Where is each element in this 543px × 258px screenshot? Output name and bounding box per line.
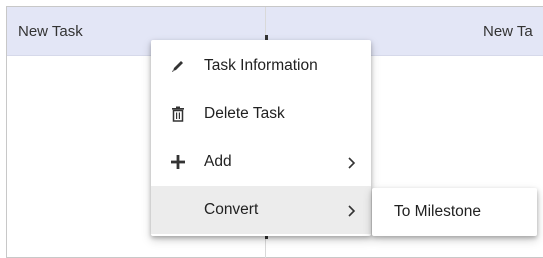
menu-item-label: To Milestone — [394, 203, 482, 220]
menu-item-delete-task[interactable]: Delete Task — [151, 90, 371, 138]
pencil-icon — [169, 57, 187, 75]
plus-icon — [169, 153, 187, 171]
convert-submenu: To Milestone — [372, 188, 537, 236]
task-name-cell[interactable]: New Task — [18, 23, 83, 40]
context-menu: Task Information Delete Task Add Convert — [151, 40, 371, 236]
menu-item-label: Add — [204, 153, 232, 170]
menu-item-label: Task Information — [204, 57, 318, 74]
chevron-right-icon — [347, 204, 357, 217]
chevron-right-icon — [347, 156, 357, 169]
trash-icon — [169, 105, 187, 123]
menu-item-add[interactable]: Add — [151, 138, 371, 186]
menu-item-convert[interactable]: Convert — [151, 186, 371, 234]
menu-item-label: Convert — [204, 201, 259, 218]
menu-item-task-information[interactable]: Task Information — [151, 42, 371, 90]
menu-item-label: Delete Task — [204, 105, 285, 122]
task-bar-label[interactable]: New Ta — [483, 23, 533, 40]
menu-item-to-milestone[interactable]: To Milestone — [372, 188, 537, 236]
